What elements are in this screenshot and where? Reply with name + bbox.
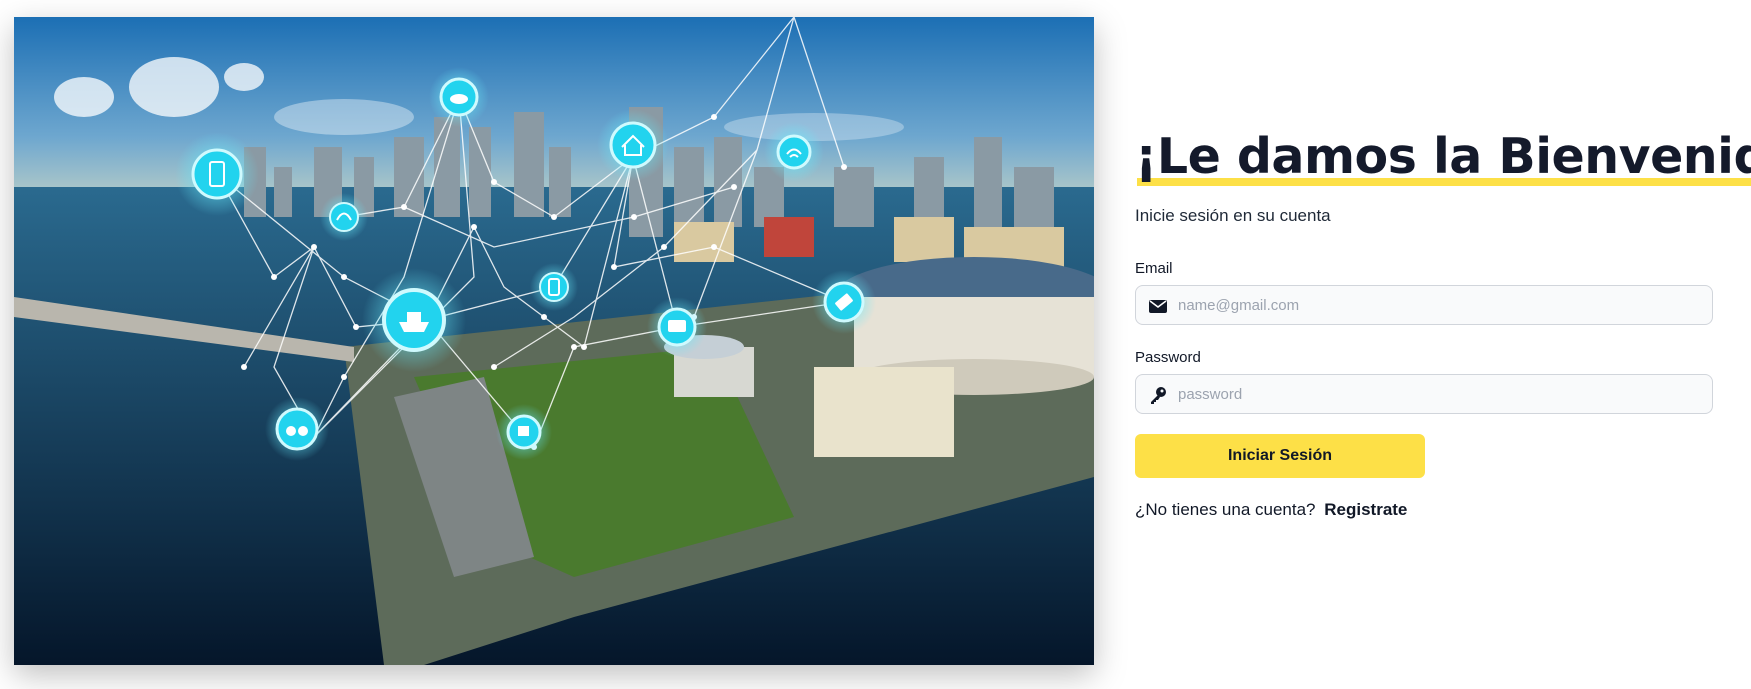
binoculars-icon — [265, 397, 329, 461]
login-panel: ¡Le damos la Bienvenida! Inicie sesión e… — [1135, 130, 1751, 520]
envelope-icon — [1149, 299, 1167, 313]
password-field-wrapper — [1135, 373, 1713, 415]
cloud-icon — [429, 67, 489, 127]
phone-icon — [175, 132, 259, 216]
email-label: Email — [1135, 259, 1173, 277]
email-input[interactable] — [1176, 285, 1700, 326]
signup-link[interactable]: Registrate — [1324, 500, 1407, 519]
wifi-icon — [764, 122, 824, 182]
login-button[interactable]: Iniciar Sesión — [1135, 433, 1425, 478]
home-icon — [597, 109, 669, 181]
signup-prompt: ¿No tienes una cuenta? — [1135, 499, 1316, 519]
hero-image — [14, 17, 1094, 665]
email-field-wrapper — [1135, 284, 1713, 326]
cup-icon — [496, 404, 552, 460]
ship-icon — [362, 268, 466, 372]
smart-city-illustration — [14, 17, 1094, 665]
password-input[interactable] — [1176, 374, 1700, 415]
page-subtitle: Inicie sesión en su cuenta — [1135, 205, 1331, 225]
page-title: ¡Le damos la Bienvenida! — [1135, 130, 1751, 186]
password-label: Password — [1135, 348, 1201, 366]
mobile-icon — [530, 263, 578, 311]
headset-icon — [320, 193, 368, 241]
ticket-icon — [812, 270, 876, 334]
key-icon — [1151, 386, 1166, 404]
train-icon — [647, 297, 707, 357]
signup-row: ¿No tienes una cuenta? Registrate — [1135, 500, 1715, 520]
